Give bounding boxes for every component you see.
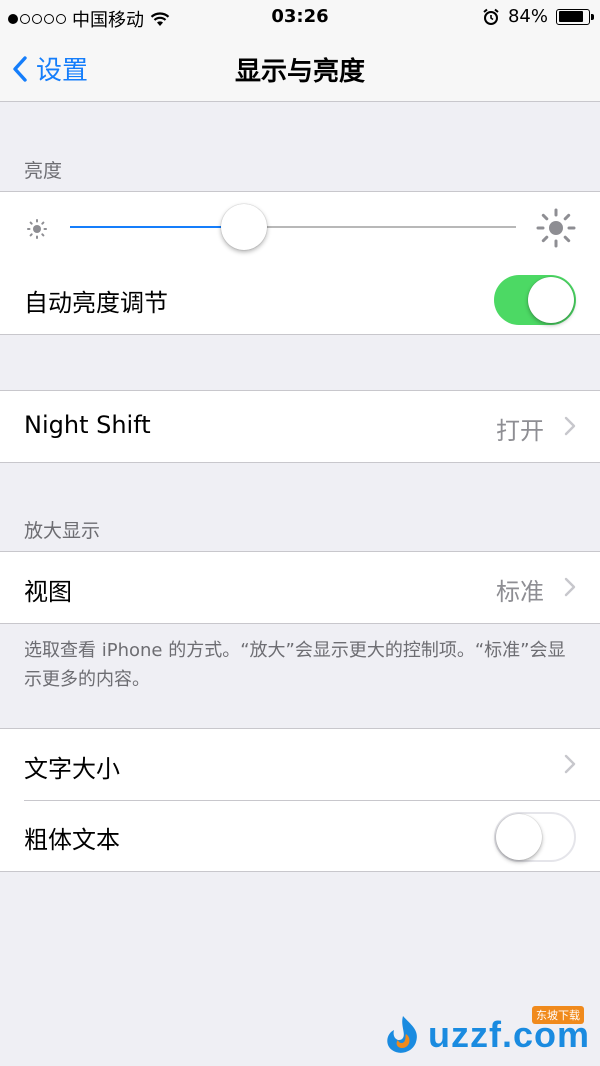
watermark-sub: 东坡下载 (532, 1006, 584, 1024)
zoom-footer-note: 选取查看 iPhone 的方式。“放大”会显示更大的控制项。“标准”会显示更多的… (24, 640, 566, 690)
battery-icon (556, 8, 594, 25)
section-header-zoom: 放大显示 (24, 520, 101, 542)
bold-text-toggle[interactable] (494, 812, 576, 862)
chevron-right-icon (564, 416, 576, 436)
text-group: 文字大小 粗体文本 (0, 728, 600, 872)
view-value: 标准 (496, 578, 544, 606)
auto-brightness-row: 自动亮度调节 (0, 263, 600, 334)
brightness-slider-track[interactable] (70, 204, 516, 250)
text-size-row[interactable]: 文字大小 (0, 729, 600, 800)
night-shift-row[interactable]: Night Shift 打开 (0, 391, 600, 462)
zoom-group: 视图 标准 (0, 551, 600, 624)
night-shift-group: Night Shift 打开 (0, 390, 600, 463)
chevron-right-icon (564, 754, 576, 774)
battery-percent: 84% (507, 6, 548, 27)
night-shift-value: 打开 (496, 417, 544, 445)
section-header-brightness: 亮度 (24, 160, 63, 182)
toggle-knob (528, 277, 574, 323)
status-bar: 中国移动 03:26 84% (0, 0, 600, 34)
navigation-bar: 设置 显示与亮度 (0, 34, 600, 102)
auto-brightness-toggle[interactable] (494, 275, 576, 325)
bold-text-label: 粗体文本 (24, 826, 120, 854)
alarm-clock-icon (483, 8, 499, 25)
bold-text-row: 粗体文本 (0, 800, 600, 871)
page-title: 显示与亮度 (234, 57, 365, 87)
chevron-right-icon (564, 577, 576, 597)
night-shift-label: Night Shift (24, 411, 151, 439)
status-right: 84% (482, 6, 594, 27)
text-size-label: 文字大小 (24, 755, 120, 783)
brightness-slider-thumb[interactable] (220, 204, 267, 250)
watermark-logo: uzzf.com 东坡下载 (380, 1006, 590, 1058)
brightness-group: 自动亮度调节 (0, 191, 600, 335)
view-label: 视图 (24, 578, 72, 606)
brightness-slider-row (0, 192, 600, 263)
dim-sun-icon (27, 219, 47, 239)
brightness-slider-fill (70, 226, 244, 228)
toggle-knob (496, 814, 542, 860)
bright-sun-icon (536, 208, 576, 248)
auto-brightness-label: 自动亮度调节 (24, 289, 168, 317)
view-row[interactable]: 视图 标准 (0, 552, 600, 623)
flame-logo-icon (387, 1016, 417, 1053)
